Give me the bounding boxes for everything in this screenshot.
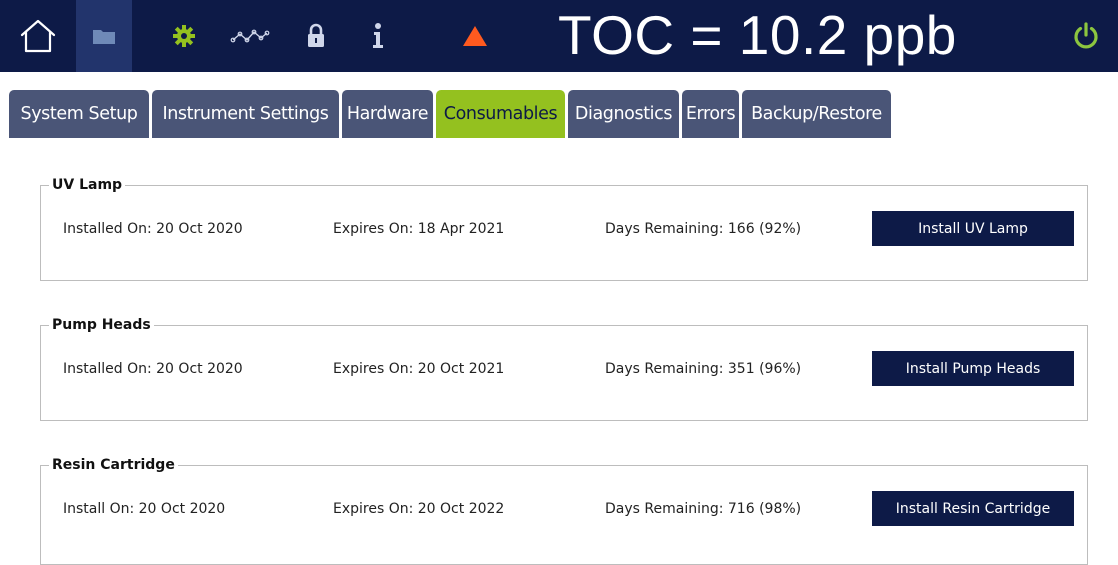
days-remaining: Days Remaining: 166 (92%): [605, 221, 802, 237]
warning-icon: [463, 26, 487, 46]
uv-lamp-group: UV Lamp Installed On: 20 Oct 2020 Expire…: [40, 175, 1088, 281]
home-icon: [20, 19, 56, 53]
files-button[interactable]: [76, 0, 132, 72]
expiry-date: Expires On: 18 Apr 2021: [333, 221, 505, 237]
install-resin-cartridge-button[interactable]: Install Resin Cartridge: [872, 491, 1074, 526]
info-button[interactable]: [350, 0, 406, 72]
tab-consumables[interactable]: Consumables: [436, 90, 565, 138]
power-icon: [1074, 22, 1098, 49]
security-button[interactable]: [288, 0, 344, 72]
home-button[interactable]: [10, 0, 66, 72]
gear-icon: [173, 25, 195, 47]
group-title: Resin Cartridge: [49, 455, 178, 475]
install-pump-heads-button[interactable]: Install Pump Heads: [872, 351, 1074, 386]
resin-cartridge-group: Resin Cartridge Install On: 20 Oct 2020 …: [40, 455, 1088, 565]
tab-system-setup[interactable]: System Setup: [9, 90, 149, 138]
lock-icon: [308, 23, 324, 47]
trend-button[interactable]: [222, 0, 278, 72]
info-icon: [373, 23, 383, 48]
top-toolbar: TOC = 10.2 ppb: [0, 0, 1118, 72]
install-uv-lamp-button[interactable]: Install UV Lamp: [872, 211, 1074, 246]
pump-heads-group: Pump Heads Installed On: 20 Oct 2020 Exp…: [40, 315, 1088, 421]
expiry-date: Expires On: 20 Oct 2022: [333, 501, 505, 517]
days-remaining: Days Remaining: 351 (96%): [605, 361, 802, 377]
alarm-button[interactable]: [447, 0, 503, 72]
tab-instrument-settings[interactable]: Instrument Settings: [152, 90, 339, 138]
installed-date: Installed On: 20 Oct 2020: [63, 221, 243, 237]
tab-hardware[interactable]: Hardware: [342, 90, 433, 138]
toc-reading: TOC = 10.2 ppb: [558, 4, 957, 66]
tab-backup-restore[interactable]: Backup/Restore: [742, 90, 891, 138]
installed-date: Installed On: 20 Oct 2020: [63, 361, 243, 377]
power-button[interactable]: [1058, 0, 1114, 72]
folder-icon: [93, 30, 115, 44]
days-remaining: Days Remaining: 716 (98%): [605, 501, 802, 517]
group-title: UV Lamp: [49, 175, 126, 195]
tab-errors[interactable]: Errors: [682, 90, 739, 138]
trend-icon: [230, 29, 270, 43]
tab-diagnostics[interactable]: Diagnostics: [568, 90, 679, 138]
group-title: Pump Heads: [49, 315, 154, 335]
settings-button[interactable]: [156, 0, 212, 72]
installed-date: Install On: 20 Oct 2020: [63, 501, 226, 517]
expiry-date: Expires On: 20 Oct 2021: [333, 361, 505, 377]
